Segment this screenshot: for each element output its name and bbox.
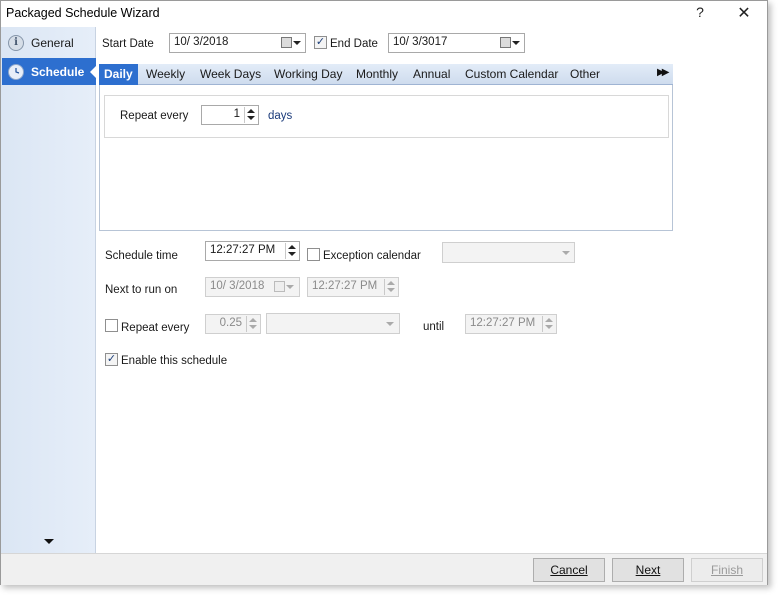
tab-custom-calendar[interactable]: Custom Calendar [465,64,558,85]
repeat-days-value: 1 [233,108,240,120]
calendar-icon [500,37,511,48]
finish-button-label: Finish [710,563,743,577]
spin-buttons [246,316,259,332]
close-button[interactable]: ✕ [733,3,755,23]
sidebar: i General Schedule [1,27,97,553]
repeat-every-checkbox[interactable] [105,319,118,332]
repeat-interval-stepper: 0.25 [205,314,261,334]
calendar-icon [274,281,285,292]
tab-monthly[interactable]: Monthly [356,64,398,85]
enable-schedule-checkbox[interactable]: ✓ [105,353,118,366]
enable-schedule-label: Enable this schedule [121,355,228,367]
window-title: Packaged Schedule Wizard [6,6,160,20]
tab-week-days[interactable]: Week Days [200,64,261,85]
cancel-button-label: Cancel [550,563,588,577]
repeat-until-input: 12:27:27 PM [465,314,557,334]
spin-buttons [384,279,397,295]
sidebar-item-general[interactable]: i General [2,29,94,56]
tab-weekly[interactable]: Weekly [146,64,185,85]
footer-bar: Cancel Next Finish [1,553,767,585]
chevron-down-icon [286,285,294,289]
start-date-value: 10/ 3/2018 [174,36,229,48]
tab-annual[interactable]: Annual [413,64,450,85]
sidebar-item-schedule[interactable]: Schedule [2,58,97,85]
spin-buttons [542,316,555,332]
finish-button[interactable]: Finish [691,558,763,582]
calendar-icon [281,37,292,48]
wizard-window: Packaged Schedule Wizard ? ✕ i General S… [0,0,768,585]
exception-calendar-checkbox[interactable] [307,248,320,261]
daily-tab-panel: Repeat every 1 days [99,85,673,231]
cancel-button[interactable]: Cancel [533,558,605,582]
info-icon: i [8,34,24,51]
main-content: Start Date 10/ 3/2018 ✓ End Date 10/ 3/3… [96,27,767,553]
end-date-picker[interactable]: 10/ 3/3017 [388,33,525,53]
next-run-date-picker: 10/ 3/2018 [205,277,300,297]
tab-scroll-right-icon[interactable]: ▶▶ [657,67,670,78]
sidebar-scroll-down-icon[interactable] [44,539,54,544]
spin-buttons[interactable] [244,107,257,123]
next-run-label: Next to run on [105,284,178,296]
schedule-time-input[interactable]: 12:27:27 PM [205,241,300,261]
chevron-down-icon [562,251,570,255]
exception-calendar-label: Exception calendar [323,250,421,262]
end-date-label: End Date [330,38,378,50]
tab-other[interactable]: Other [570,64,600,85]
tab-working-day[interactable]: Working Day [274,64,342,85]
tab-daily[interactable]: Daily [99,64,138,85]
exception-calendar-select[interactable] [442,242,575,263]
spin-buttons[interactable] [285,243,298,259]
sidebar-item-label: Schedule [31,64,85,79]
end-date-value: 10/ 3/3017 [393,36,448,48]
repeat-unit-select [266,313,400,334]
next-run-time-input: 12:27:27 PM [307,277,399,297]
until-label: until [423,321,445,333]
start-date-label: Start Date [102,38,154,50]
daily-options-group: Repeat every 1 days [104,95,669,138]
next-run-date-value: 10/ 3/2018 [210,280,265,292]
next-run-time-value: 12:27:27 PM [312,280,378,292]
help-button[interactable]: ? [691,4,709,22]
sidebar-item-label: General [31,35,74,50]
days-unit-label: days [268,110,293,122]
repeat-every-label: Repeat every [120,110,189,122]
title-bar: Packaged Schedule Wizard ? ✕ [1,1,767,27]
clock-icon [8,63,24,80]
schedule-type-tabs: Daily Weekly Week Days Working Day Month… [99,64,673,85]
repeat-every-label: Repeat every [121,322,190,334]
schedule-time-value: 12:27:27 PM [210,244,276,256]
repeat-until-value: 12:27:27 PM [470,317,536,329]
chevron-down-icon [386,322,394,326]
next-button[interactable]: Next [612,558,684,582]
repeat-interval-value: 0.25 [219,317,242,329]
end-date-checkbox[interactable]: ✓ [314,36,327,49]
repeat-days-stepper[interactable]: 1 [201,105,259,125]
schedule-time-label: Schedule time [105,250,178,262]
start-date-picker[interactable]: 10/ 3/2018 [169,33,306,53]
next-button-label: Next [635,563,661,577]
chevron-down-icon [512,41,520,45]
chevron-down-icon [293,41,301,45]
